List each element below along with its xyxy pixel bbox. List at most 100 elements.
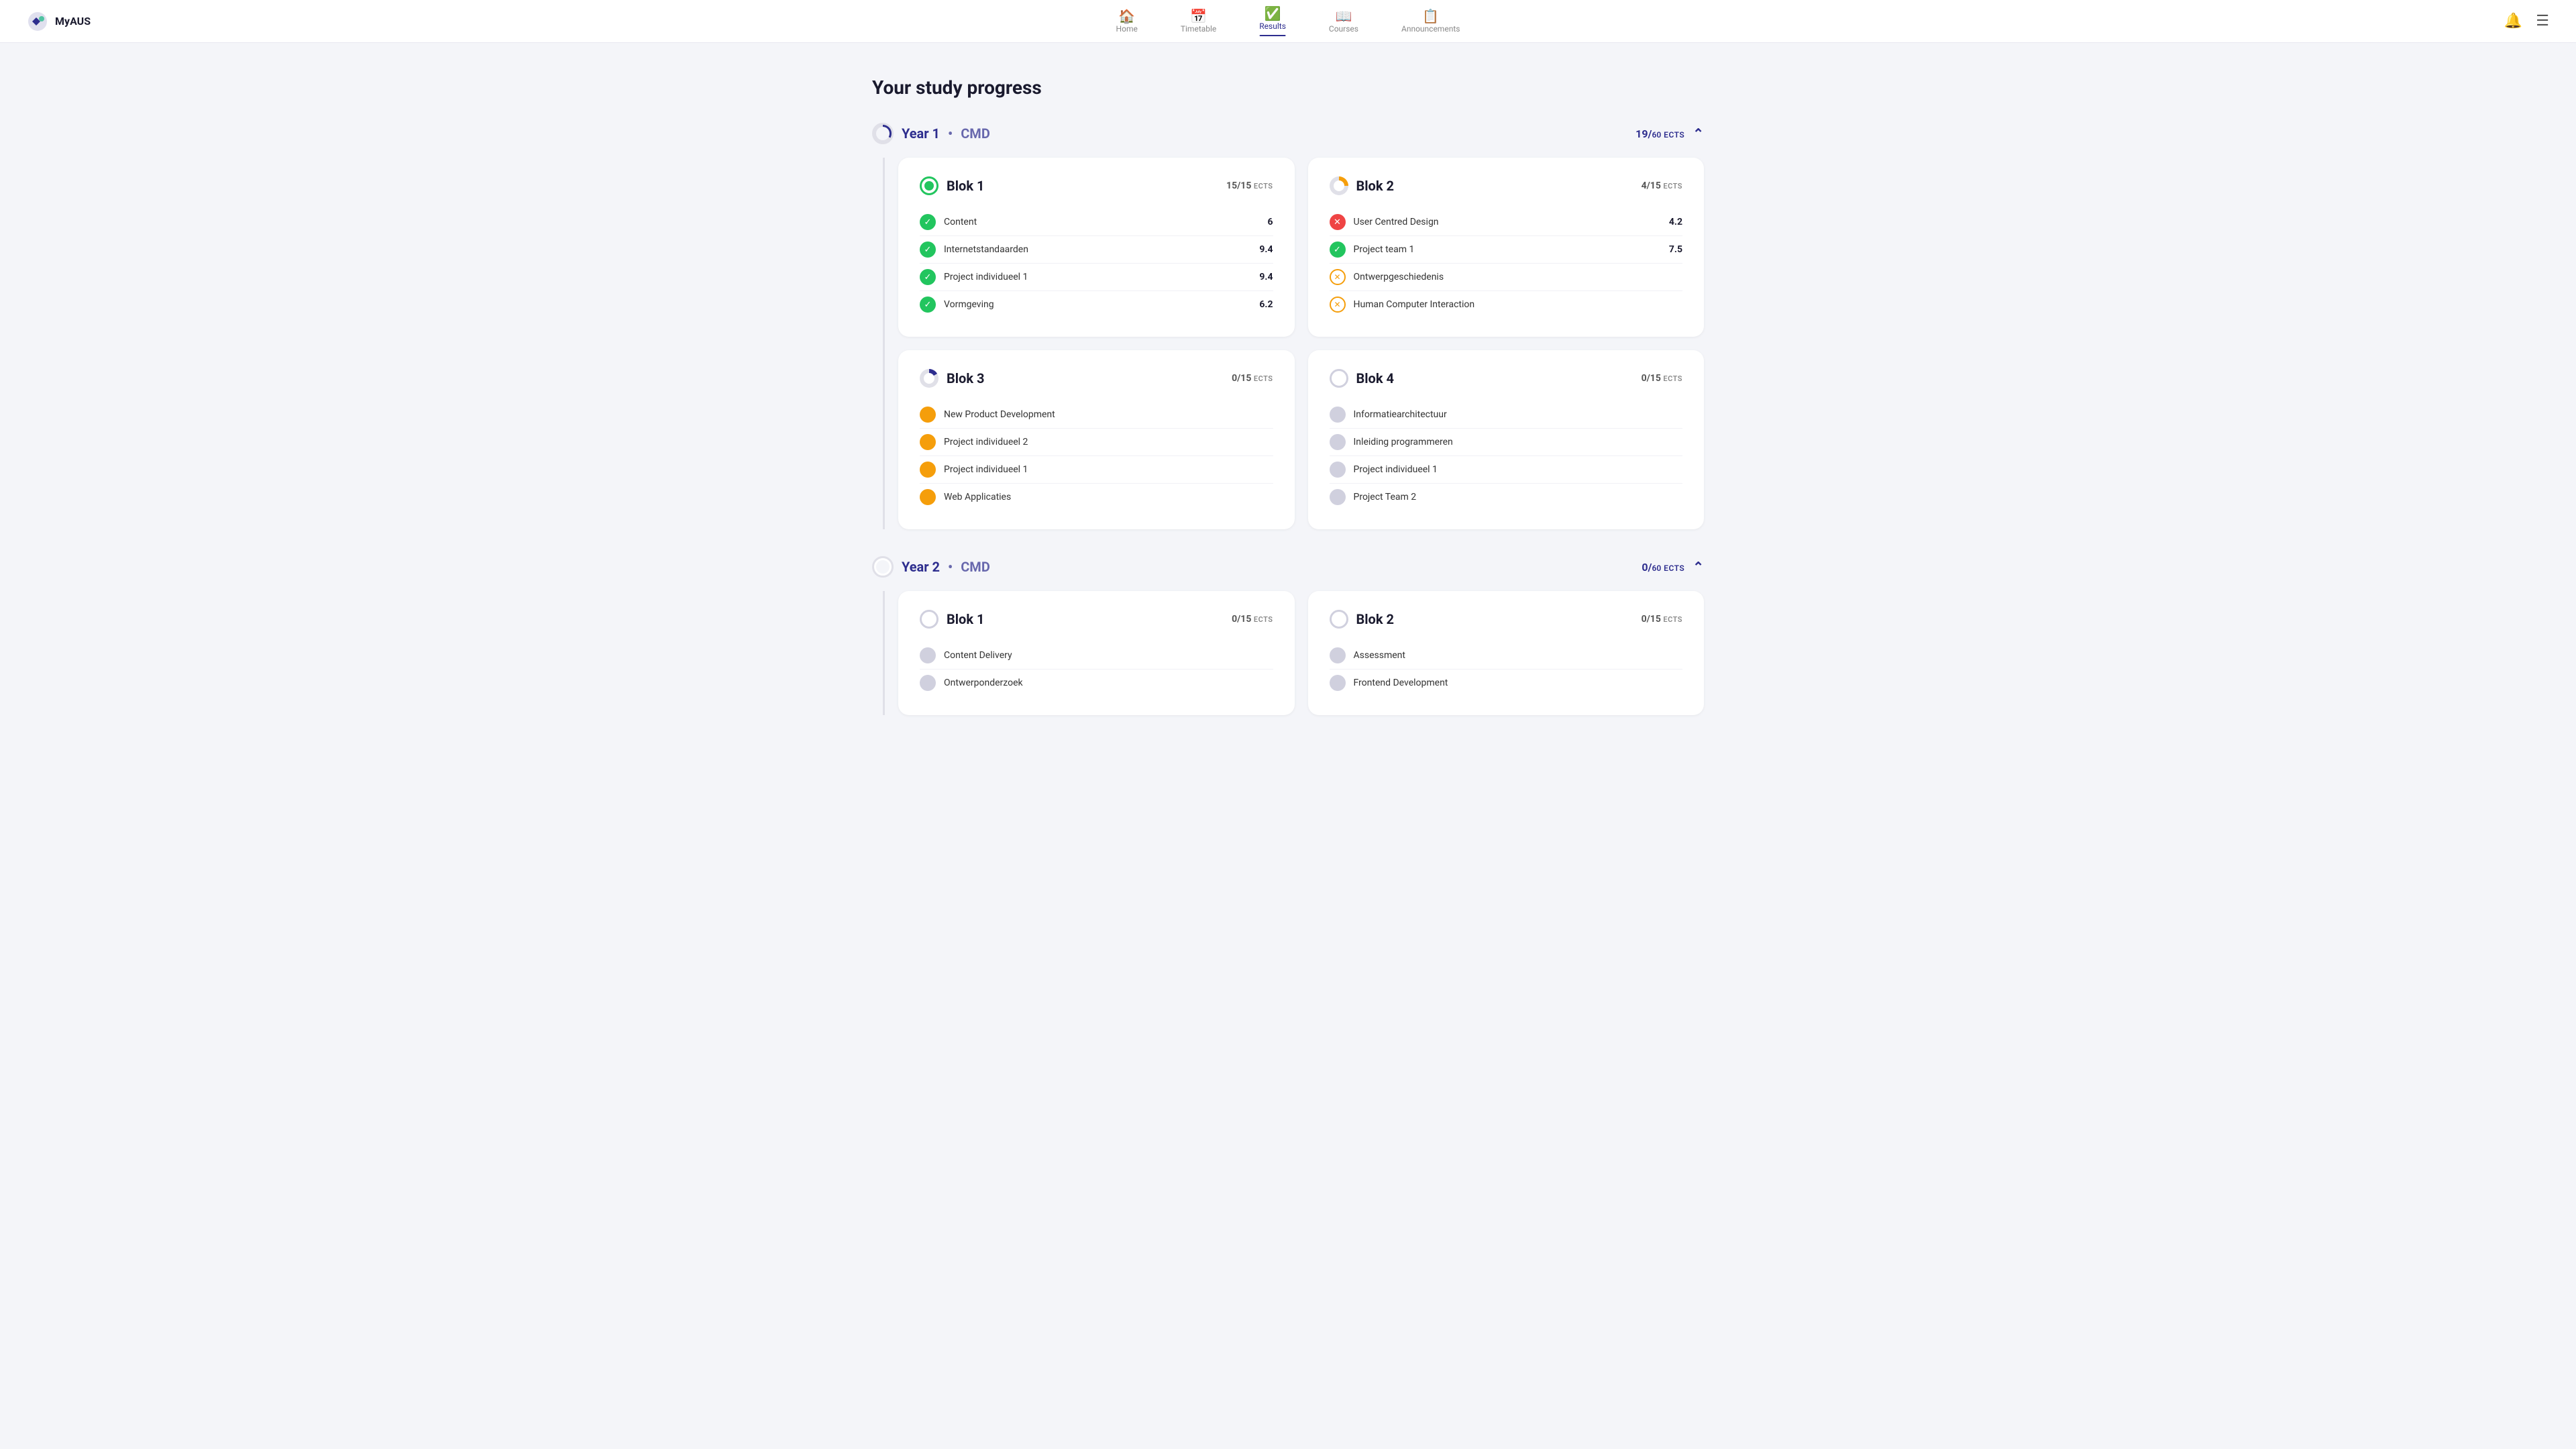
year-program: CMD [961, 125, 990, 142]
blok-ects-value: 4/15 [1642, 180, 1661, 191]
year-collapse-button[interactable]: ⌃ [1693, 560, 1704, 574]
header: MyAUS 🏠 Home 📅 Timetable ✅ Results 📖 Cou… [0, 0, 2576, 43]
status-complete-icon: ✓ [920, 214, 936, 230]
blok-ects-value: 0/15 [1642, 614, 1661, 625]
blok-card-1-4: Blok 4 0/15 ECTS Informatiearchitectuur [1308, 350, 1705, 529]
course-name: Web Applicaties [944, 492, 1011, 502]
course-row: ✓ Vormgeving 6.2 [920, 291, 1273, 318]
status-complete-icon: ✓ [920, 241, 936, 258]
blok-header: Blok 4 0/15 ECTS [1330, 369, 1683, 388]
course-row: ✓ Project individueel 1 9.4 [920, 264, 1273, 291]
status-complete-icon: ✓ [920, 297, 936, 313]
course-name: Project individueel 1 [1354, 464, 1438, 475]
year-ects: 19/60 ECTS ⌃ [1635, 127, 1704, 140]
year-header-left: Year 1 • CMD [872, 123, 990, 144]
blok-ects: 0/15 ECTS [1232, 373, 1273, 384]
year-header-1: Year 1 • CMD 19/60 ECTS ⌃ [872, 123, 1704, 144]
year-section-1: Year 1 • CMD 19/60 ECTS ⌃ Blok 1 15/15 E… [872, 123, 1704, 529]
course-row: Content Delivery [920, 642, 1273, 669]
year-ects: 0/60 ECTS ⌃ [1642, 560, 1704, 574]
year-ects-value: 19/60 ECTS [1635, 127, 1684, 140]
course-name: Human Computer Interaction [1354, 299, 1475, 310]
blok-ects-suffix: ECTS [1663, 374, 1682, 383]
course-name: User Centred Design [1354, 217, 1439, 227]
course-grade: 9.4 [1259, 244, 1273, 255]
blok-title: Blok 4 [1356, 370, 1394, 386]
course-grade: 7.5 [1669, 244, 1682, 255]
timetable-icon: 📅 [1190, 9, 1207, 23]
blok-header: Blok 2 0/15 ECTS [1330, 610, 1683, 629]
nav-results[interactable]: ✅ Results [1254, 4, 1291, 39]
year-ects-value: 0/60 ECTS [1642, 561, 1684, 574]
status-pending-icon [920, 489, 936, 505]
nav-home[interactable]: 🏠 Home [1111, 7, 1143, 36]
course-name: Project individueel 1 [944, 272, 1028, 282]
year-section-2: Year 2 • CMD 0/60 ECTS ⌃ Blok 1 0/15 ECT… [872, 556, 1704, 715]
logo[interactable]: MyAUS [27, 11, 91, 32]
blok-ects-suffix: ECTS [1254, 182, 1273, 191]
status-empty-icon [1330, 434, 1346, 450]
course-left: Frontend Development [1330, 675, 1448, 691]
main-nav: 🏠 Home 📅 Timetable ✅ Results 📖 Courses 📋… [1111, 4, 1466, 39]
status-pending-icon [920, 462, 936, 478]
course-left: Inleiding programmeren [1330, 434, 1453, 450]
course-row: Ontwerponderzoek [920, 669, 1273, 696]
blok-empty-icon [920, 610, 938, 629]
blok-title-area: Blok 1 [920, 610, 984, 629]
blok-grid: Blok 1 0/15 ECTS Content Delivery [898, 591, 1704, 715]
status-empty-icon [920, 675, 936, 691]
course-grade: 9.4 [1259, 272, 1273, 282]
nav-home-label: Home [1116, 24, 1138, 34]
blok-title-area: Blok 2 [1330, 176, 1394, 195]
results-icon: ✅ [1265, 7, 1281, 20]
nav-timetable[interactable]: 📅 Timetable [1175, 7, 1222, 36]
course-left: Informatiearchitectuur [1330, 407, 1447, 423]
announcements-icon: 📋 [1422, 9, 1439, 23]
year-content-2: Blok 1 0/15 ECTS Content Delivery [883, 591, 1704, 715]
course-left: ✓ Internetstandaarden [920, 241, 1028, 258]
blok-ects-value: 15/15 [1226, 180, 1251, 191]
year-collapse-button[interactable]: ⌃ [1693, 127, 1704, 140]
blok-ects-value: 0/15 [1232, 614, 1251, 625]
year-separator: • [948, 559, 953, 575]
blok-title-area: Blok 1 [920, 176, 984, 195]
status-empty-icon [1330, 462, 1346, 478]
course-left: ✓ Content [920, 214, 977, 230]
blok-empty-icon [1330, 610, 1348, 629]
blok-ects-suffix: ECTS [1663, 182, 1682, 191]
course-row: New Product Development [920, 401, 1273, 429]
course-row: ✓ Project team 1 7.5 [1330, 236, 1683, 264]
course-name: Content [944, 217, 977, 227]
course-grade: 6.2 [1259, 299, 1273, 310]
status-empty-icon [1330, 647, 1346, 663]
years-container: Year 1 • CMD 19/60 ECTS ⌃ Blok 1 15/15 E… [872, 123, 1704, 715]
year-header-left: Year 2 • CMD [872, 556, 990, 578]
blok-ects: 0/15 ECTS [1232, 614, 1273, 625]
blok-header: Blok 1 15/15 ECTS [920, 176, 1273, 195]
course-name: Assessment [1354, 650, 1405, 661]
blok-ects: 0/15 ECTS [1642, 373, 1682, 384]
course-left: Project individueel 2 [920, 434, 1028, 450]
status-empty-icon [1330, 675, 1346, 691]
year-header-2: Year 2 • CMD 0/60 ECTS ⌃ [872, 556, 1704, 578]
course-row: ✓ Content 6 [920, 209, 1273, 236]
hamburger-menu-icon[interactable]: ☰ [2536, 13, 2549, 30]
notification-bell-icon[interactable]: 🔔 [2504, 13, 2522, 30]
blok-card-2-1: Blok 1 0/15 ECTS Content Delivery [898, 591, 1295, 715]
nav-results-label: Results [1259, 21, 1286, 31]
year-circle-icon [872, 123, 894, 144]
page-title: Your study progress [872, 76, 1704, 99]
course-left: ✕ Ontwerpgeschiedenis [1330, 269, 1444, 285]
blok-title-area: Blok 3 [920, 369, 984, 388]
blok-card-1-1: Blok 1 15/15 ECTS ✓ Content 6 ✓ Inter [898, 158, 1295, 337]
nav-announcements[interactable]: 📋 Announcements [1396, 7, 1465, 36]
nav-courses[interactable]: 📖 Courses [1324, 7, 1364, 36]
blok-empty-icon [1330, 369, 1348, 388]
course-left: Web Applicaties [920, 489, 1011, 505]
course-row: ✕ User Centred Design 4.2 [1330, 209, 1683, 236]
blok-title: Blok 3 [947, 370, 984, 386]
blok-header: Blok 2 4/15 ECTS [1330, 176, 1683, 195]
status-pending-icon [920, 407, 936, 423]
course-left: New Product Development [920, 407, 1055, 423]
course-name: Project individueel 1 [944, 464, 1028, 475]
